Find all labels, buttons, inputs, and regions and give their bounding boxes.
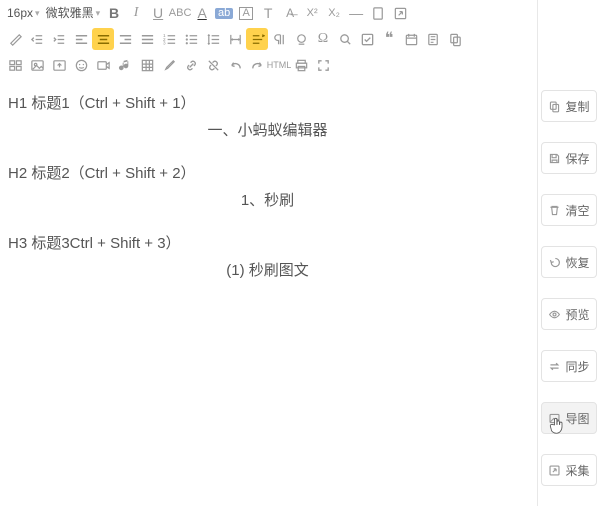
underline-button[interactable]: U bbox=[147, 2, 169, 24]
checkbox-button[interactable] bbox=[356, 28, 378, 50]
side-sync-button[interactable]: 同步 bbox=[541, 350, 597, 382]
print-button[interactable] bbox=[290, 54, 312, 76]
new-window-button[interactable] bbox=[389, 2, 411, 24]
indent-button[interactable] bbox=[48, 28, 70, 50]
quote-button[interactable]: ❝ bbox=[378, 28, 400, 50]
side-export-label: 导图 bbox=[565, 410, 589, 427]
highlight-button[interactable]: ab bbox=[213, 2, 235, 24]
color-picker-button[interactable] bbox=[158, 54, 180, 76]
align-left-button[interactable] bbox=[70, 28, 92, 50]
side-save-button[interactable]: 保存 bbox=[541, 142, 597, 174]
h1-subline: 一、小蚂蚁编辑器 bbox=[8, 119, 527, 140]
case-button[interactable]: A̶ bbox=[279, 2, 301, 24]
export-icon bbox=[548, 412, 561, 425]
font-family-value: 微软雅黑 bbox=[46, 7, 94, 19]
side-copy-button[interactable]: 复制 bbox=[541, 90, 597, 122]
side-preview-label: 预览 bbox=[565, 306, 589, 323]
emoji-button[interactable] bbox=[70, 54, 92, 76]
fullscreen-button[interactable] bbox=[312, 54, 334, 76]
align-right-button[interactable] bbox=[114, 28, 136, 50]
eye-icon bbox=[548, 308, 561, 321]
table-button[interactable] bbox=[136, 54, 158, 76]
hr-button[interactable]: — bbox=[345, 2, 367, 24]
attachment-button[interactable] bbox=[422, 28, 444, 50]
editor-pane: 16px▾ 微软雅黑▾ B I U ABC A ab A T A̶ X² X₂ … bbox=[0, 0, 538, 506]
side-clear-label: 清空 bbox=[565, 202, 589, 219]
paragraph-button[interactable] bbox=[268, 28, 290, 50]
save-icon bbox=[548, 152, 561, 165]
side-save-label: 保存 bbox=[565, 150, 589, 167]
direction-button[interactable] bbox=[246, 28, 268, 50]
side-export-button[interactable]: 导图 bbox=[541, 402, 597, 434]
copy-icon bbox=[548, 100, 561, 113]
side-preview-button[interactable]: 预览 bbox=[541, 298, 597, 330]
align-center-button[interactable] bbox=[92, 28, 114, 50]
redo-button[interactable] bbox=[246, 54, 268, 76]
side-sync-label: 同步 bbox=[565, 358, 589, 375]
side-collect-button[interactable]: 采集 bbox=[541, 454, 597, 486]
image-button[interactable] bbox=[26, 54, 48, 76]
side-collect-label: 采集 bbox=[565, 462, 589, 479]
unlink-button[interactable] bbox=[202, 54, 224, 76]
audio-button[interactable] bbox=[114, 54, 136, 76]
link-button[interactable] bbox=[180, 54, 202, 76]
outdent-button[interactable] bbox=[26, 28, 48, 50]
side-panel: 复制 保存 清空 恢复 预览 同步 导图 采集 bbox=[538, 0, 600, 506]
subscript-button[interactable]: X₂ bbox=[323, 2, 345, 24]
page-button[interactable] bbox=[367, 2, 389, 24]
unordered-list-button[interactable] bbox=[180, 28, 202, 50]
side-clear-button[interactable]: 清空 bbox=[541, 194, 597, 226]
font-color-button[interactable]: A bbox=[191, 2, 213, 24]
line-height-button[interactable] bbox=[202, 28, 224, 50]
undo-button[interactable] bbox=[224, 54, 246, 76]
text-style-button[interactable]: T bbox=[257, 2, 279, 24]
restore-icon bbox=[548, 256, 561, 269]
bold-button[interactable]: B bbox=[103, 2, 125, 24]
strikethrough-button[interactable]: ABC bbox=[169, 2, 191, 24]
align-justify-button[interactable] bbox=[136, 28, 158, 50]
side-restore-button[interactable]: 恢复 bbox=[541, 246, 597, 278]
h2-subline: 1、秒刷 bbox=[8, 189, 527, 210]
sync-icon bbox=[548, 360, 561, 373]
html-button[interactable]: HTML bbox=[268, 54, 290, 76]
calendar-button[interactable] bbox=[400, 28, 422, 50]
h1-line: H1 标题1（Ctrl + Shift + 1） bbox=[8, 92, 527, 113]
caret-icon: ▾ bbox=[96, 9, 101, 18]
omega-button[interactable]: Ω bbox=[312, 28, 334, 50]
find-button[interactable] bbox=[334, 28, 356, 50]
font-family-select[interactable]: 微软雅黑▾ bbox=[43, 5, 104, 21]
trash-icon bbox=[548, 204, 561, 217]
side-restore-label: 恢复 bbox=[565, 254, 589, 271]
clear-format-button[interactable] bbox=[4, 28, 26, 50]
ordered-list-button[interactable]: 123 bbox=[158, 28, 180, 50]
font-size-select[interactable]: 16px▾ bbox=[4, 5, 43, 21]
svg-text:3: 3 bbox=[162, 40, 165, 45]
local-image-button[interactable] bbox=[48, 54, 70, 76]
text-border-button[interactable]: A bbox=[235, 2, 257, 24]
caret-icon: ▾ bbox=[35, 9, 40, 18]
gallery-button[interactable] bbox=[4, 54, 26, 76]
video-button[interactable] bbox=[92, 54, 114, 76]
symbol-button[interactable] bbox=[290, 28, 312, 50]
superscript-button[interactable]: X² bbox=[301, 2, 323, 24]
side-copy-label: 复制 bbox=[565, 98, 589, 115]
font-size-value: 16px bbox=[7, 7, 33, 19]
italic-button[interactable]: I bbox=[125, 2, 147, 24]
letter-spacing-button[interactable] bbox=[224, 28, 246, 50]
editor-body[interactable]: H1 标题1（Ctrl + Shift + 1） 一、小蚂蚁编辑器 H2 标题2… bbox=[0, 78, 537, 506]
h2-line: H2 标题2（Ctrl + Shift + 2） bbox=[8, 162, 527, 183]
h3-subline: (1) 秒刷图文 bbox=[8, 259, 527, 280]
copy-button[interactable] bbox=[444, 28, 466, 50]
toolbar: 16px▾ 微软雅黑▾ B I U ABC A ab A T A̶ X² X₂ … bbox=[0, 0, 537, 78]
collect-icon bbox=[548, 464, 561, 477]
h3-line: H3 标题3Ctrl + Shift + 3） bbox=[8, 232, 527, 253]
